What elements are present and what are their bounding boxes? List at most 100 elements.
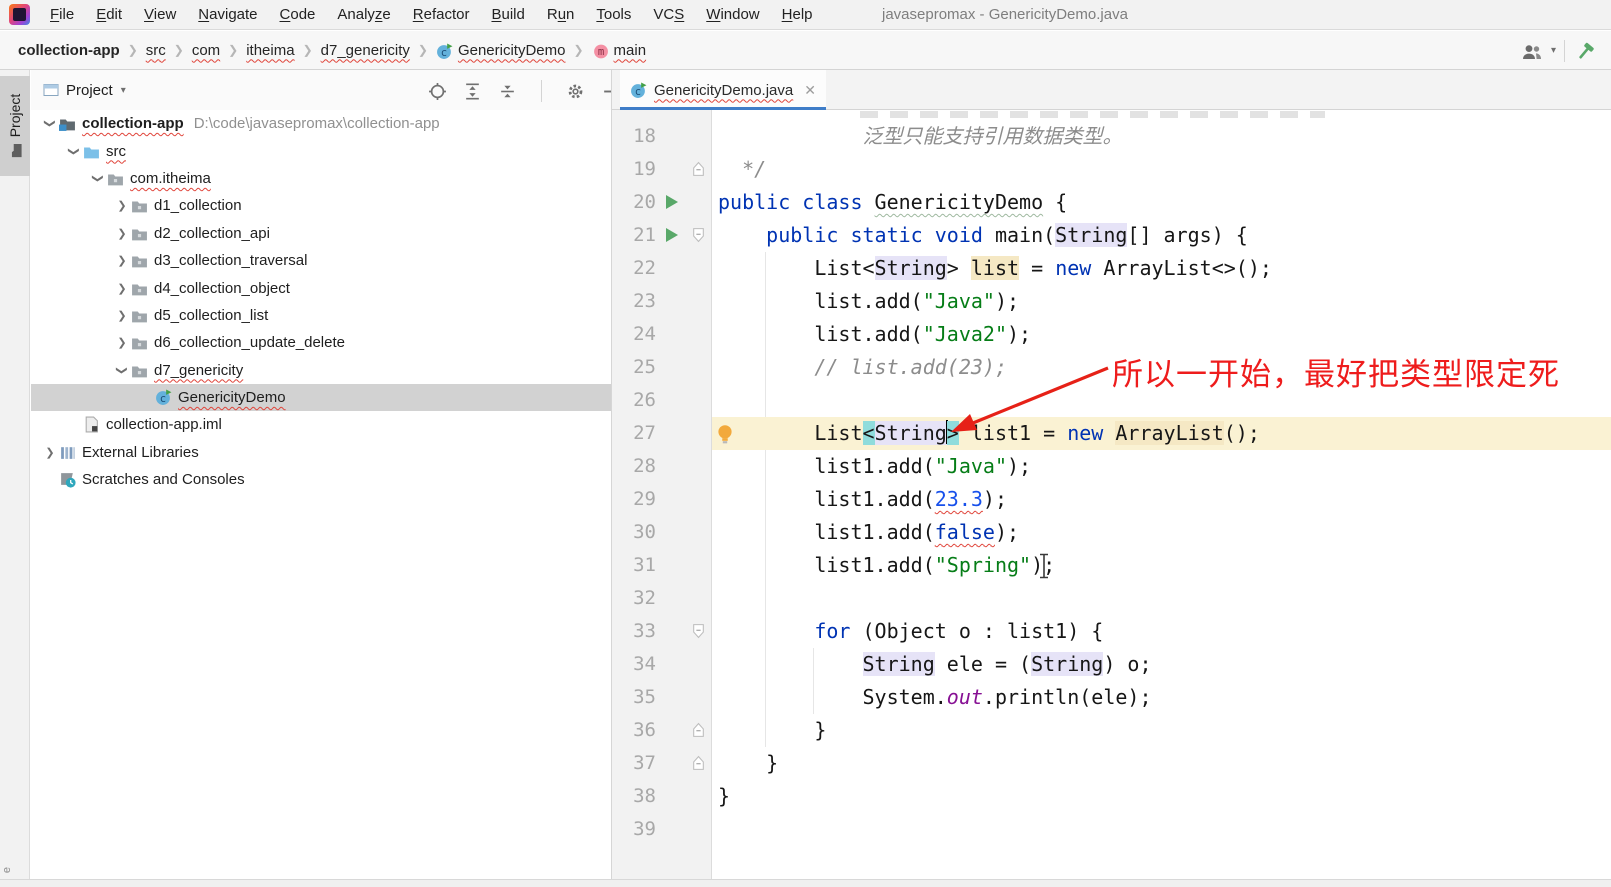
locate-icon[interactable] <box>428 82 447 101</box>
code-line-27[interactable]: 27 List<String> list1 = new ArrayList(); <box>612 417 1611 450</box>
line-number[interactable]: 35 <box>612 681 656 714</box>
breadcrumb-item-genericitydemo[interactable]: GenericityDemo <box>458 42 566 59</box>
tree-item-src[interactable]: ❯ src <box>31 137 612 164</box>
tree-chevron-icon[interactable]: ❯ <box>113 227 131 240</box>
code-line-21[interactable]: 21 public static void main(String[] args… <box>612 219 1611 252</box>
tree-chevron-icon[interactable]: ❯ <box>113 282 131 295</box>
menu-code[interactable]: Code <box>269 0 327 30</box>
menu-build[interactable]: Build <box>480 0 535 30</box>
line-number[interactable]: 33 <box>612 615 656 648</box>
collapse-all-icon[interactable] <box>498 82 517 101</box>
line-number[interactable]: 18 <box>612 120 656 153</box>
code-line-18[interactable]: 18 泛型只能支持引用数据类型。 <box>612 120 1611 153</box>
menu-help[interactable]: Help <box>771 0 824 30</box>
code-line-23[interactable]: 23 list.add("Java"); <box>612 285 1611 318</box>
project-panel-title[interactable]: Project <box>66 82 113 99</box>
line-number[interactable]: 32 <box>612 582 656 615</box>
fold-marker-icon[interactable] <box>692 161 706 178</box>
code-line-39[interactable]: 39 <box>612 813 1611 846</box>
line-number[interactable]: 34 <box>612 648 656 681</box>
code-line-38[interactable]: 38} <box>612 780 1611 813</box>
code-line-19[interactable]: 19 */ <box>612 153 1611 186</box>
code-line-37[interactable]: 37 } <box>612 747 1611 780</box>
code-line-35[interactable]: 35 System.out.println(ele); <box>612 681 1611 714</box>
menu-edit[interactable]: Edit <box>85 0 133 30</box>
menu-view[interactable]: View <box>133 0 187 30</box>
tree-item-com-itheima[interactable]: ❯ com.itheima <box>31 165 612 192</box>
line-number[interactable]: 25 <box>612 351 656 384</box>
tree-chevron-icon[interactable]: ❯ <box>116 361 129 379</box>
code-line-24[interactable]: 24 list.add("Java2"); <box>612 318 1611 351</box>
line-number[interactable]: 22 <box>612 252 656 285</box>
line-number[interactable]: 28 <box>612 450 656 483</box>
tree-chevron-icon[interactable]: ❯ <box>68 142 81 160</box>
menu-vcs[interactable]: VCS <box>642 0 695 30</box>
tree-item-external-libraries[interactable]: ❯ External Libraries <box>31 439 612 466</box>
chevron-down-icon[interactable]: ▾ <box>121 85 126 96</box>
menu-window[interactable]: Window <box>695 0 770 30</box>
breadcrumb-item-itheima[interactable]: itheima <box>246 42 294 59</box>
code-line-36[interactable]: 36 } <box>612 714 1611 747</box>
code-line-34[interactable]: 34 String ele = (String) o; <box>612 648 1611 681</box>
code-line-31[interactable]: 31 list1.add("Spring"); <box>612 549 1611 582</box>
fold-marker-icon[interactable] <box>692 755 706 772</box>
breadcrumb-item-src[interactable]: src <box>146 42 166 59</box>
tree-item-collection-app-iml[interactable]: collection-app.iml <box>31 411 612 438</box>
project-stripe-tab[interactable]: Project <box>0 76 30 176</box>
run-gutter-icon[interactable] <box>666 195 678 209</box>
run-gutter-icon[interactable] <box>666 228 678 242</box>
menu-tools[interactable]: Tools <box>585 0 642 30</box>
code-line-28[interactable]: 28 list1.add("Java"); <box>612 450 1611 483</box>
tree-item-d1-collection[interactable]: ❯ d1_collection <box>31 192 612 219</box>
line-number[interactable]: 27 <box>612 417 656 450</box>
tree-item-d4-collection-object[interactable]: ❯ d4_collection_object <box>31 274 612 301</box>
line-number[interactable]: 26 <box>612 384 656 417</box>
breadcrumb-item-d7_genericity[interactable]: d7_genericity <box>321 42 410 59</box>
fold-marker-icon[interactable] <box>692 722 706 739</box>
line-number[interactable]: 29 <box>612 483 656 516</box>
line-number[interactable]: 23 <box>612 285 656 318</box>
menu-run[interactable]: Run <box>536 0 586 30</box>
tree-chevron-icon[interactable]: ❯ <box>41 446 59 459</box>
line-number[interactable]: 39 <box>612 813 656 846</box>
chevron-down-icon[interactable]: ▾ <box>1551 45 1556 56</box>
code-line-33[interactable]: 33 for (Object o : list1) { <box>612 615 1611 648</box>
code-line-20[interactable]: 20 public class GenericityDemo { <box>612 186 1611 219</box>
line-number[interactable]: 31 <box>612 549 656 582</box>
line-number[interactable]: 20 <box>612 186 656 219</box>
line-number[interactable]: 21 <box>612 219 656 252</box>
settings-gear-icon[interactable] <box>566 82 585 101</box>
menu-analyze[interactable]: Analyze <box>326 0 401 30</box>
tree-item-d2-collection-api[interactable]: ❯ d2_collection_api <box>31 220 612 247</box>
line-number[interactable]: 30 <box>612 516 656 549</box>
tree-item-d7-genericity[interactable]: ❯ d7_genericity <box>31 357 612 384</box>
tree-item-collection-app[interactable]: ❯ collection-app D:\code\javasepromax\coll… <box>31 110 612 137</box>
tree-chevron-icon[interactable]: ❯ <box>113 336 131 349</box>
code-line-30[interactable]: 30 list1.add(false); <box>612 516 1611 549</box>
line-number[interactable]: 38 <box>612 780 656 813</box>
tree-item-scratches-and-consoles[interactable]: Scratches and Consoles <box>31 466 612 493</box>
fold-marker-icon[interactable] <box>692 227 706 244</box>
breadcrumb-item-collection-app[interactable]: collection-app <box>18 42 120 59</box>
line-number[interactable]: 36 <box>612 714 656 747</box>
tree-item-d6-collection-update-delete[interactable]: ❯ d6_collection_update_delete <box>31 329 612 356</box>
menu-navigate[interactable]: Navigate <box>187 0 268 30</box>
tree-item-d3-collection-traversal[interactable]: ❯ d3_collection_traversal <box>31 247 612 274</box>
tree-chevron-icon[interactable]: ❯ <box>92 169 105 187</box>
line-number[interactable]: 19 <box>612 153 656 186</box>
tree-chevron-icon[interactable]: ❯ <box>113 254 131 267</box>
code-line-32[interactable]: 32 <box>612 582 1611 615</box>
line-number[interactable]: 24 <box>612 318 656 351</box>
tree-chevron-icon[interactable]: ❯ <box>44 115 57 133</box>
menu-file[interactable]: File <box>39 0 85 30</box>
tree-chevron-icon[interactable]: ❯ <box>113 309 131 322</box>
tab-genericitydemo[interactable]: c GenericityDemo.java ✕ <box>620 70 826 110</box>
code-line-29[interactable]: 29 list1.add(23.3); <box>612 483 1611 516</box>
line-number[interactable]: 37 <box>612 747 656 780</box>
intellij-logo-icon[interactable] <box>9 4 30 25</box>
close-icon[interactable]: ✕ <box>804 82 816 99</box>
tree-item-d5-collection-list[interactable]: ❯ d5_collection_list <box>31 302 612 329</box>
tree-chevron-icon[interactable]: ❯ <box>113 199 131 212</box>
users-icon[interactable] <box>1521 43 1543 61</box>
menu-refactor[interactable]: Refactor <box>402 0 481 30</box>
